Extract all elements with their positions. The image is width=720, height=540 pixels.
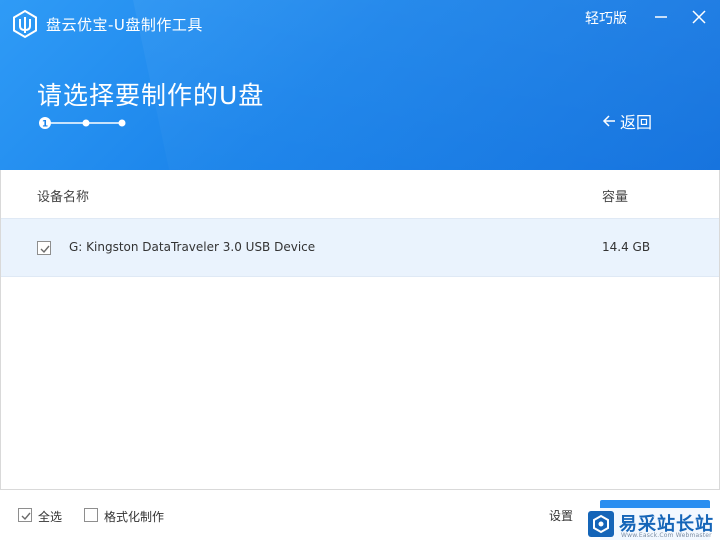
minimize-icon[interactable] <box>650 6 672 28</box>
easck-logo-icon <box>588 511 614 537</box>
column-header-name: 设备名称 <box>37 190 90 205</box>
window-title: 盘云优宝-U盘制作工具 <box>46 16 203 34</box>
select-all-checkbox[interactable] <box>18 508 32 522</box>
list-border-left <box>0 170 1 490</box>
back-arrow-icon <box>602 115 615 127</box>
check-icon <box>21 512 31 521</box>
row-checkbox[interactable] <box>37 241 51 255</box>
lite-mode-button[interactable]: 轻巧版 <box>585 8 627 28</box>
column-header-capacity: 容量 <box>602 190 629 205</box>
select-all-label[interactable]: 全选 <box>38 508 62 525</box>
watermark-subtext: Www.Easck.Com Webmaster <box>621 532 712 539</box>
check-icon <box>40 245 50 254</box>
step-indicator: 1 <box>39 117 126 130</box>
format-label[interactable]: 格式化制作 <box>104 508 164 525</box>
device-capacity: 14.4 GB <box>602 240 651 254</box>
watermark: 易采站长站 Www.Easck.Com Webmaster <box>584 508 720 540</box>
back-button[interactable]: 返回 <box>602 110 652 132</box>
settings-link[interactable]: 设置 <box>549 507 573 524</box>
page-heading: 请选择要制作的U盘 <box>37 81 265 110</box>
step-number: 1 <box>42 120 48 130</box>
format-checkbox[interactable] <box>84 508 98 522</box>
header-banner: 盘云优宝-U盘制作工具 轻巧版 请选择要制作的U盘 1 返回 <box>0 0 720 170</box>
logo-icon <box>13 9 37 39</box>
device-name: G: Kingston DataTraveler 3.0 USB Device <box>69 240 316 254</box>
close-icon[interactable] <box>688 6 710 28</box>
back-label: 返回 <box>620 113 653 132</box>
